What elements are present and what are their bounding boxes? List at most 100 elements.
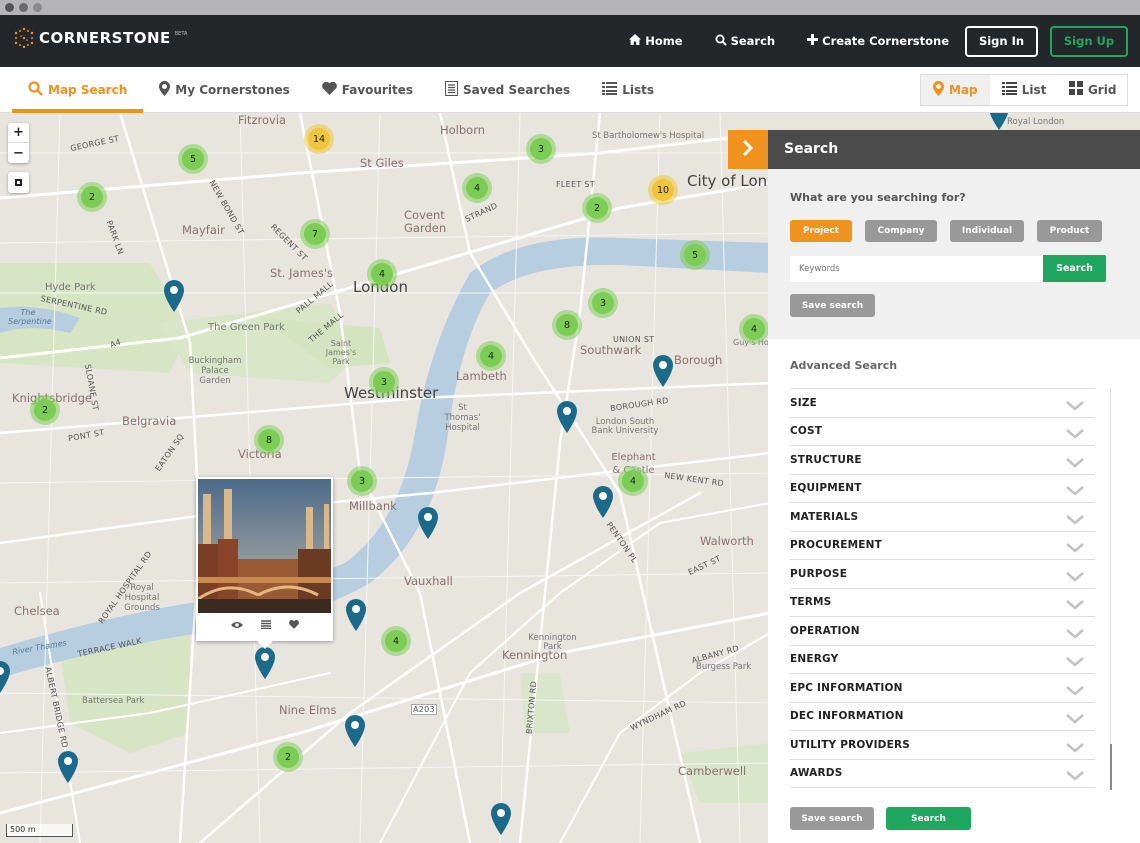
- map-cluster[interactable]: 10: [648, 175, 678, 205]
- nav-create-cornerstone[interactable]: Create Cornerstone: [807, 34, 949, 48]
- map-pin[interactable]: [491, 803, 511, 835]
- map-label: Burgess Park: [696, 662, 752, 672]
- filter-dec-information[interactable]: DEC INFORMATION: [790, 703, 1095, 731]
- map-pin[interactable]: [0, 661, 10, 693]
- cluster-count: 4: [385, 630, 407, 652]
- project-photo[interactable]: [198, 479, 331, 613]
- map-cluster[interactable]: 7: [300, 219, 330, 249]
- chevron-down-icon: [1065, 482, 1085, 496]
- cluster-count: 4: [480, 345, 502, 367]
- save-search-button[interactable]: Save search: [790, 294, 875, 317]
- filter-materials[interactable]: MATERIALS: [790, 503, 1095, 532]
- draw-area-button[interactable]: [8, 172, 29, 193]
- tab-label: My Cornerstones: [175, 83, 290, 97]
- tab-favourites[interactable]: Favourites: [306, 67, 429, 113]
- list-icon: [602, 81, 618, 99]
- logo[interactable]: CORNERSTONE BETA: [13, 27, 187, 49]
- maximize-window-icon[interactable]: [33, 3, 42, 12]
- map-cluster[interactable]: 4: [367, 259, 397, 289]
- map-pin[interactable]: [58, 751, 78, 783]
- map-cluster[interactable]: 3: [526, 134, 556, 164]
- keywords-input[interactable]: [790, 256, 1043, 282]
- filter-equipment[interactable]: EQUIPMENT: [790, 475, 1095, 503]
- filter-purpose[interactable]: PURPOSE: [790, 560, 1095, 589]
- tab-map-search[interactable]: Map Search: [12, 67, 144, 113]
- map-cluster[interactable]: 2: [77, 182, 107, 212]
- map-cluster[interactable]: 2: [30, 395, 60, 425]
- filter-awards[interactable]: AWARDS: [790, 760, 1095, 788]
- map-pin-icon: [159, 80, 171, 100]
- close-window-icon[interactable]: [5, 3, 14, 12]
- heart-icon[interactable]: [288, 620, 299, 632]
- scrollbar-thumb[interactable]: [1110, 744, 1112, 790]
- type-project-button[interactable]: Project: [790, 220, 852, 242]
- filter-operation[interactable]: OPERATION: [790, 617, 1095, 646]
- map-pin[interactable]: [593, 486, 613, 518]
- cluster-count: 7: [304, 223, 326, 245]
- map-pin[interactable]: [557, 401, 577, 433]
- map-cluster[interactable]: 4: [462, 173, 492, 203]
- map-cluster[interactable]: 3: [347, 466, 377, 496]
- map-label: Vauxhall: [404, 574, 453, 588]
- map-cluster[interactable]: 5: [680, 240, 710, 270]
- scrollbar-track[interactable]: [1110, 388, 1111, 790]
- map-pin[interactable]: [653, 355, 673, 387]
- map-cluster[interactable]: 5: [178, 144, 208, 174]
- map-pin-icon: [557, 401, 577, 433]
- filter-procurement[interactable]: PROCUREMENT: [790, 532, 1095, 560]
- map-pin-icon: [346, 599, 366, 631]
- minimize-window-icon[interactable]: [19, 3, 28, 12]
- nav-home[interactable]: Home: [629, 34, 683, 48]
- map-cluster[interactable]: 4: [618, 466, 648, 496]
- map-pin[interactable]: [989, 113, 1009, 130]
- map-cluster[interactable]: 4: [739, 314, 769, 344]
- map-cluster[interactable]: 4: [476, 341, 506, 371]
- map-cluster[interactable]: 4: [381, 626, 411, 656]
- keyword-search-button[interactable]: Search: [1043, 255, 1106, 282]
- filter-terms[interactable]: TERMS: [790, 589, 1095, 617]
- map-cluster[interactable]: 14: [304, 124, 334, 154]
- map-pin[interactable]: [164, 280, 184, 312]
- view-grid-button[interactable]: Grid: [1058, 75, 1127, 105]
- tab-my-cornerstones[interactable]: My Cornerstones: [143, 67, 305, 113]
- map-cluster[interactable]: 2: [582, 193, 612, 223]
- map-label: Camberwell: [678, 764, 747, 778]
- sub-navbar: Map Search My Cornerstones Favourites Sa…: [0, 67, 1140, 113]
- map-cluster[interactable]: 8: [254, 425, 284, 455]
- map-cluster[interactable]: 3: [369, 367, 399, 397]
- map-label: St. James's: [270, 266, 333, 280]
- type-product-button[interactable]: Product: [1037, 220, 1102, 242]
- type-company-button[interactable]: Company: [865, 220, 937, 242]
- map-pin[interactable]: [418, 507, 438, 539]
- filter-utility-providers[interactable]: UTILITY PROVIDERS: [790, 731, 1095, 760]
- type-individual-button[interactable]: Individual: [950, 220, 1024, 242]
- view-map-button[interactable]: Map: [921, 75, 990, 105]
- zoom-in-button[interactable]: +: [8, 123, 29, 143]
- tab-lists[interactable]: Lists: [586, 67, 670, 113]
- map-cluster[interactable]: 2: [273, 742, 303, 772]
- nav-create-label: Create Cornerstone: [822, 34, 949, 48]
- filter-energy[interactable]: ENERGY: [790, 646, 1095, 674]
- eye-icon[interactable]: [230, 621, 243, 632]
- map-cluster[interactable]: 3: [588, 288, 618, 318]
- map-pin[interactable]: [346, 599, 366, 631]
- map-pin[interactable]: [345, 715, 365, 747]
- map-pin[interactable]: [255, 647, 275, 679]
- filter-structure[interactable]: STRUCTURE: [790, 446, 1095, 475]
- map-cluster[interactable]: 8: [552, 310, 582, 340]
- bottom-save-search-button[interactable]: Save search: [790, 807, 874, 830]
- collapse-panel-button[interactable]: [728, 130, 768, 169]
- nav-search[interactable]: Search: [715, 34, 775, 49]
- filter-size[interactable]: SIZE: [790, 389, 1095, 418]
- view-list-button[interactable]: List: [990, 75, 1059, 105]
- filter-epc-information[interactable]: EPC INFORMATION: [790, 674, 1095, 703]
- list-icon[interactable]: [260, 620, 271, 632]
- bottom-search-button[interactable]: Search: [886, 807, 971, 830]
- sign-in-button[interactable]: Sign In: [965, 25, 1038, 57]
- chevron-down-icon: [1065, 425, 1085, 439]
- filter-cost[interactable]: COST: [790, 418, 1095, 446]
- sign-up-button[interactable]: Sign Up: [1050, 25, 1128, 57]
- tab-saved-searches[interactable]: Saved Searches: [429, 67, 586, 113]
- map-label: The Serpentine: [8, 308, 52, 326]
- zoom-out-button[interactable]: −: [8, 143, 29, 163]
